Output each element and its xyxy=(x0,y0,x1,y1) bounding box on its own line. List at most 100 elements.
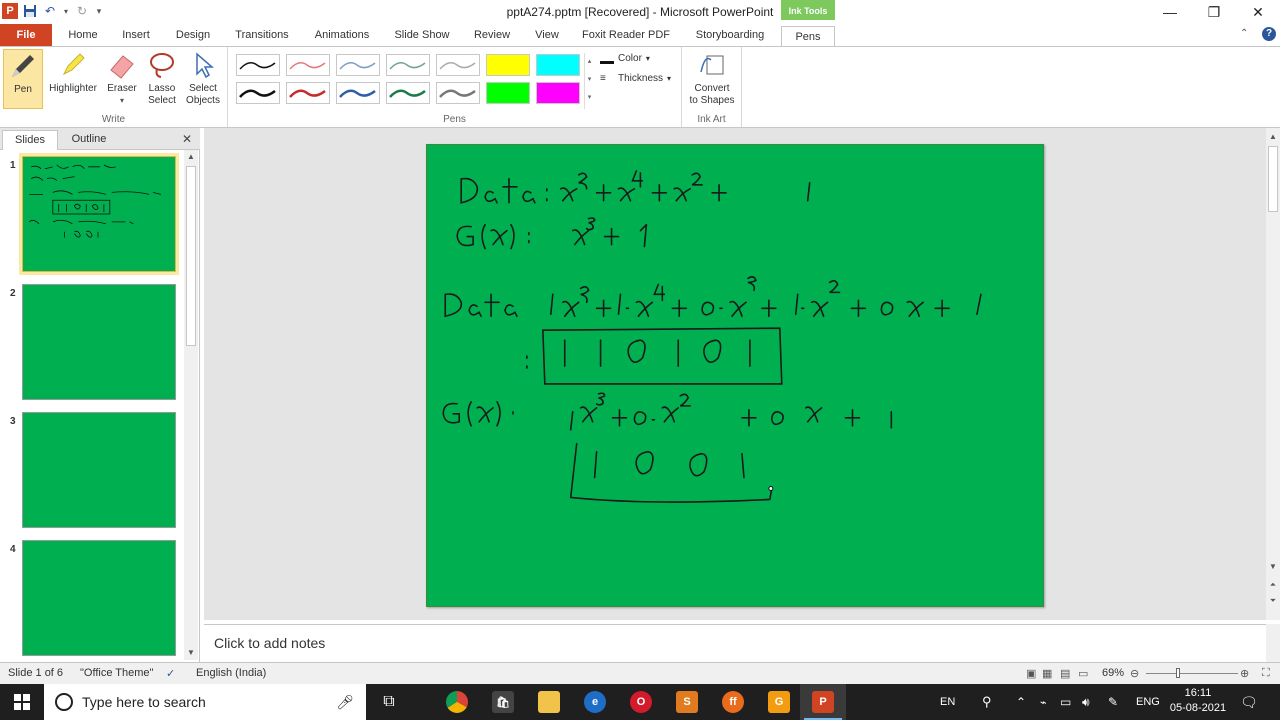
tab-slide-show[interactable]: Slide Show xyxy=(388,24,456,46)
zoom-level[interactable]: 69% xyxy=(1102,667,1124,679)
pen-workspace-icon[interactable]: ✎ xyxy=(1108,684,1118,720)
scroll-thumb[interactable] xyxy=(186,166,196,346)
collapse-ribbon-icon[interactable]: ⌃ xyxy=(1240,28,1248,39)
tab-foxit-reader-pdf[interactable]: Foxit Reader PDF xyxy=(578,24,674,46)
scroll-up-icon[interactable]: ▲ xyxy=(184,150,198,164)
pen-button[interactable]: Pen xyxy=(3,49,43,109)
tab-design[interactable]: Design xyxy=(168,24,218,46)
restore-icon[interactable]: ❐ xyxy=(1192,0,1236,24)
chrome-taskbar-icon[interactable] xyxy=(434,684,480,720)
slide-sorter-icon[interactable]: ▦ xyxy=(1042,667,1052,680)
notes-pane[interactable]: Click to add notes xyxy=(204,624,1266,662)
tab-view[interactable]: View xyxy=(528,24,566,46)
normal-view-icon[interactable]: ▣ xyxy=(1026,667,1036,680)
select-objects-button[interactable]: Select Objects xyxy=(182,49,224,109)
minimize-icon[interactable]: — xyxy=(1148,0,1192,24)
theme-name[interactable]: "Office Theme" xyxy=(80,667,153,679)
scroll-down-icon[interactable]: ▼ xyxy=(1266,560,1280,574)
input-language-en[interactable]: EN xyxy=(940,684,955,720)
highlighter-swatch-yellow[interactable] xyxy=(486,54,530,76)
highlighter-button[interactable]: Highlighter xyxy=(45,49,101,109)
tab-pens[interactable]: Pens xyxy=(781,26,835,46)
thickness-dropdown[interactable]: ≡ Thickness ▾ xyxy=(600,73,671,84)
scroll-thumb[interactable] xyxy=(1268,146,1278,212)
start-button[interactable] xyxy=(0,684,44,720)
reading-view-icon[interactable]: ▤ xyxy=(1060,667,1070,680)
microphone-icon[interactable]: 🎤︎ xyxy=(336,694,354,711)
tab-file[interactable]: File xyxy=(0,24,52,46)
pens-gallery-more-icon[interactable]: ▴ ▾ ▾ xyxy=(584,53,594,109)
close-panel-icon[interactable]: ✕ xyxy=(182,132,192,146)
scroll-up-icon[interactable]: ▲ xyxy=(1266,130,1280,144)
highlighter-swatch-magenta[interactable] xyxy=(536,82,580,104)
store-taskbar-icon[interactable]: 🛍︎ xyxy=(480,684,526,720)
system-clock[interactable]: 16:11 05-08-2021 xyxy=(1166,686,1230,716)
pen-swatch-black-thick[interactable] xyxy=(236,82,280,104)
next-slide-icon[interactable]: ⏷ xyxy=(1266,594,1280,608)
zoom-slider[interactable] xyxy=(1146,668,1238,678)
slide-thumbnail-4[interactable] xyxy=(22,540,176,656)
tab-storyboarding[interactable]: Storyboarding xyxy=(686,24,774,46)
highlighter-swatch-green[interactable] xyxy=(486,82,530,104)
tab-animations[interactable]: Animations xyxy=(308,24,376,46)
scroll-down-icon[interactable]: ▼ xyxy=(184,646,198,660)
pen-swatch-green-thick[interactable] xyxy=(386,82,430,104)
slide-thumbnail-3[interactable] xyxy=(22,412,176,528)
zoom-in-icon[interactable]: ⊕ xyxy=(1240,667,1249,680)
slide-show-view-icon[interactable]: ▭ xyxy=(1078,667,1088,680)
slide-thumbnail-2[interactable] xyxy=(22,284,176,400)
pen-swatch-red-thick[interactable] xyxy=(286,82,330,104)
handwritten-ink-drawing xyxy=(442,170,982,503)
tab-home[interactable]: Home xyxy=(60,24,106,46)
convert-label-line2: to Shapes xyxy=(689,95,735,106)
powerpoint-taskbar-icon[interactable]: P xyxy=(800,684,846,720)
pen-swatch-green-thin[interactable] xyxy=(386,54,430,76)
pen-swatch-black-thin[interactable] xyxy=(236,54,280,76)
zoom-out-icon[interactable]: ⊖ xyxy=(1130,667,1139,680)
sublime-taskbar-icon[interactable]: S xyxy=(664,684,710,720)
convert-to-shapes-button[interactable]: Convert to Shapes xyxy=(684,49,740,109)
language-indicator[interactable]: English (India) xyxy=(196,667,266,679)
pen-swatch-gray-thick[interactable] xyxy=(436,82,480,104)
notes-scrollbar[interactable] xyxy=(1266,624,1280,662)
tab-outline[interactable]: Outline xyxy=(60,130,118,150)
battery-icon[interactable]: ▭ xyxy=(1060,684,1071,720)
thickness-chevron-down-icon: ▾ xyxy=(667,74,672,83)
task-view-icon[interactable]: ⧉ xyxy=(366,684,412,720)
tab-slides[interactable]: Slides xyxy=(2,130,58,150)
show-hidden-icons-icon[interactable]: ⌃ xyxy=(1016,684,1026,720)
action-center-icon[interactable]: 🗨︎ xyxy=(1240,684,1258,720)
pen-swatch-red-thin[interactable] xyxy=(286,54,330,76)
firefox-taskbar-icon[interactable]: ff xyxy=(710,684,756,720)
edge-taskbar-icon[interactable]: e xyxy=(572,684,618,720)
slide-thumbnail-1-ink xyxy=(28,164,162,238)
slide-thumbnail-1[interactable] xyxy=(19,153,179,275)
pen-swatch-gray-thin[interactable] xyxy=(436,54,480,76)
people-icon[interactable]: ⚲ xyxy=(982,684,992,720)
pen-swatch-blue-thick[interactable] xyxy=(336,82,380,104)
screencast-taskbar-icon[interactable]: G xyxy=(756,684,802,720)
opera-taskbar-icon[interactable]: O xyxy=(618,684,664,720)
tab-transitions[interactable]: Transitions xyxy=(228,24,296,46)
tab-insert[interactable]: Insert xyxy=(114,24,158,46)
help-icon[interactable]: ? xyxy=(1262,27,1276,41)
spell-check-icon[interactable]: ✓ xyxy=(166,667,175,680)
main-scrollbar[interactable]: ▲ ▼ ⏶ ⏷ xyxy=(1266,128,1280,620)
taskbar-search-box[interactable]: Type here to search 🎤︎ xyxy=(44,684,366,720)
fit-slide-icon[interactable]: ⛶ xyxy=(1262,667,1270,680)
file-explorer-taskbar-icon[interactable] xyxy=(526,684,572,720)
color-dropdown[interactable]: Color ▾ xyxy=(600,53,650,64)
eraser-button[interactable]: Eraser ▾ xyxy=(102,49,142,109)
input-language-eng[interactable]: ENG xyxy=(1136,684,1160,720)
slides-panel-scrollbar[interactable]: ▲ ▼ xyxy=(184,150,198,660)
tab-review[interactable]: Review xyxy=(466,24,518,46)
volume-icon[interactable]: 🔊︎ xyxy=(1082,684,1090,720)
zoom-slider-thumb[interactable] xyxy=(1176,668,1180,678)
lasso-select-button[interactable]: Lasso Select xyxy=(142,49,182,109)
previous-slide-icon[interactable]: ⏶ xyxy=(1266,578,1280,592)
current-slide-canvas[interactable] xyxy=(426,144,1044,607)
highlighter-swatch-cyan[interactable] xyxy=(536,54,580,76)
close-icon[interactable]: ✕ xyxy=(1236,0,1280,24)
pen-swatch-blue-thin[interactable] xyxy=(336,54,380,76)
network-icon[interactable]: ⌁ xyxy=(1040,684,1047,720)
